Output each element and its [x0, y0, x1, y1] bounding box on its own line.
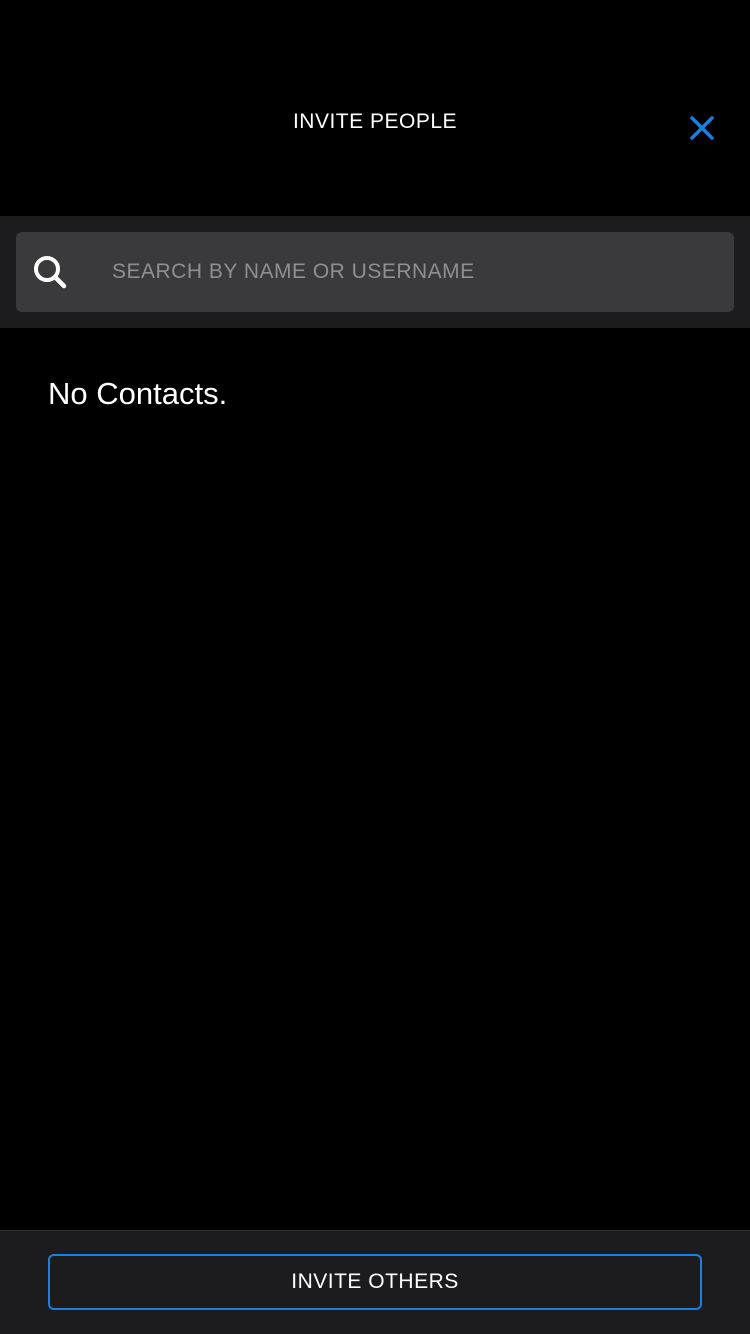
- search-icon: [34, 256, 67, 289]
- close-button[interactable]: [680, 106, 724, 150]
- footer: INVITE OTHERS: [0, 1230, 750, 1334]
- close-icon: [690, 116, 714, 140]
- empty-contacts-message: No Contacts.: [48, 376, 228, 411]
- header: INVITE PEOPLE: [0, 0, 750, 216]
- search-input[interactable]: [112, 232, 712, 312]
- search-bar: [0, 216, 750, 328]
- page-title: INVITE PEOPLE: [292, 110, 458, 133]
- search-field[interactable]: [16, 232, 734, 312]
- invite-others-button[interactable]: INVITE OTHERS: [48, 1254, 702, 1310]
